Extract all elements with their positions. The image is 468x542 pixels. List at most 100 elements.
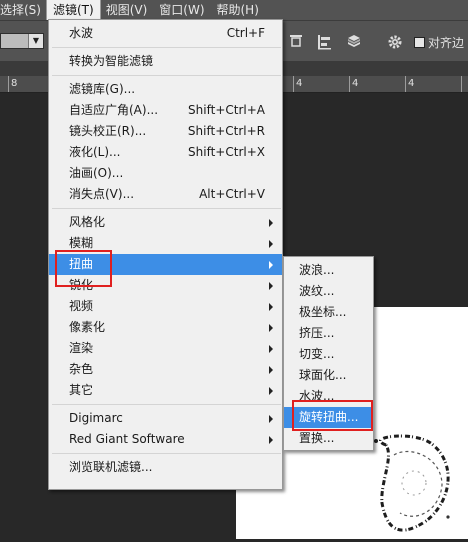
- submenu-arrow-icon: [269, 436, 273, 444]
- submenu-item-twirl[interactable]: 旋转扭曲...: [284, 407, 373, 428]
- submenu-item-zigzag[interactable]: 水波...: [284, 386, 373, 407]
- menu-item-adaptive-wide-angle[interactable]: 自适应广角(A)... Shift+Ctrl+A: [49, 100, 282, 121]
- menu-item-digimarc[interactable]: Digimarc: [49, 408, 282, 429]
- menu-item-label: 滤镜库(G)...: [69, 82, 136, 96]
- shortcut-label: Shift+Ctrl+R: [187, 124, 265, 138]
- submenu-item-ripple[interactable]: 波纹...: [284, 281, 373, 302]
- menu-view[interactable]: 视图(V): [100, 0, 154, 20]
- menu-item-label: 模糊: [69, 236, 94, 250]
- menu-item-convert-smart-filter[interactable]: 转换为智能滤镜: [49, 51, 282, 72]
- shortcut-label: Shift+Ctrl+A: [188, 103, 265, 117]
- menu-item-render[interactable]: 渲染: [49, 338, 282, 359]
- menu-item-label: 渲染: [69, 341, 94, 355]
- menu-item-label: 自适应广角(A)...: [69, 103, 159, 117]
- menu-item-label: 视频: [69, 299, 94, 313]
- submenu-arrow-icon: [269, 324, 273, 332]
- menu-separator: [52, 404, 281, 405]
- menu-item-label: 水波...: [299, 389, 335, 403]
- align-edges-checkbox[interactable]: [414, 37, 425, 48]
- menu-item-label: 旋转扭曲...: [299, 410, 359, 424]
- menu-separator: [52, 47, 281, 48]
- ruler-label: 4: [296, 78, 303, 89]
- submenu-item-pinch[interactable]: 挤压...: [284, 323, 373, 344]
- menu-item-label: 挤压...: [299, 326, 335, 340]
- menu-item-video[interactable]: 视频: [49, 296, 282, 317]
- menu-item-label: 镜头校正(R)...: [69, 124, 147, 138]
- menu-item-red-giant-software[interactable]: Red Giant Software: [49, 429, 282, 450]
- menu-item-label: 液化(L)...: [69, 145, 121, 159]
- menu-window[interactable]: 窗口(W): [153, 0, 210, 20]
- ruler-label: 8: [11, 78, 18, 89]
- submenu-arrow-icon: [269, 240, 273, 248]
- menu-item-label: 扭曲: [69, 257, 94, 271]
- menu-item-browse-filters-online[interactable]: 浏览联机滤镜...: [49, 457, 282, 478]
- menu-item-last-filter[interactable]: 水波 Ctrl+F: [49, 23, 282, 44]
- submenu-arrow-icon: [269, 415, 273, 423]
- 3d-arrange-icon[interactable]: [345, 33, 363, 51]
- menu-item-label: 其它: [69, 383, 94, 397]
- ruler-label: 4: [408, 78, 415, 89]
- menu-item-label: 切变...: [299, 347, 335, 361]
- chevron-down-icon: ▼: [28, 34, 43, 48]
- submenu-arrow-icon: [269, 219, 273, 227]
- submenu-item-shear[interactable]: 切变...: [284, 344, 373, 365]
- submenu-item-wave[interactable]: 波浪...: [284, 260, 373, 281]
- menu-item-label: 像素化: [69, 320, 106, 334]
- menu-item-label: 油画(O)...: [69, 166, 124, 180]
- menu-item-label: 球面化...: [299, 368, 347, 382]
- menu-item-lens-correction[interactable]: 镜头校正(R)... Shift+Ctrl+R: [49, 121, 282, 142]
- menu-item-label: 浏览联机滤镜...: [69, 460, 153, 474]
- align-top-icon[interactable]: [287, 33, 305, 51]
- menu-separator: [52, 453, 281, 454]
- menu-item-noise[interactable]: 杂色: [49, 359, 282, 380]
- menu-separator: [52, 75, 281, 76]
- menu-item-label: Digimarc: [69, 411, 123, 425]
- menu-item-label: 水波: [69, 26, 94, 40]
- submenu-arrow-icon: [269, 303, 273, 311]
- menu-separator: [52, 208, 281, 209]
- menu-select[interactable]: 选择(S): [0, 0, 47, 20]
- menu-item-distort[interactable]: 扭曲: [49, 254, 282, 275]
- align-left-icon[interactable]: [316, 33, 334, 51]
- menu-item-label: 极坐标...: [299, 305, 347, 319]
- menu-item-label: 转换为智能滤镜: [69, 54, 154, 68]
- menubar: 选择(S) 滤镜(T) 视图(V) 窗口(W) 帮助(H): [0, 0, 468, 21]
- menu-item-label: 锐化: [69, 278, 94, 292]
- menu-item-label: 置换...: [299, 431, 335, 445]
- shortcut-label: Ctrl+F: [226, 26, 265, 40]
- menu-item-label: 波浪...: [299, 263, 335, 277]
- align-edges-option[interactable]: 对齐边: [414, 34, 464, 51]
- filter-menu: 水波 Ctrl+F 转换为智能滤镜 滤镜库(G)... 自适应广角(A)... …: [48, 19, 283, 490]
- gear-icon[interactable]: [386, 33, 404, 51]
- menu-item-label: 波纹...: [299, 284, 335, 298]
- tool-preset-dropdown[interactable]: ▼: [0, 33, 44, 49]
- menu-filter[interactable]: 滤镜(T): [45, 0, 101, 21]
- menu-item-stylize[interactable]: 风格化: [49, 212, 282, 233]
- menu-item-other[interactable]: 其它: [49, 380, 282, 401]
- submenu-arrow-icon: [269, 282, 273, 290]
- submenu-item-displace[interactable]: 置换...: [284, 428, 373, 449]
- shortcut-label: Alt+Ctrl+V: [199, 187, 265, 201]
- menu-item-pixelate[interactable]: 像素化: [49, 317, 282, 338]
- menu-item-label: Red Giant Software: [69, 432, 185, 446]
- submenu-arrow-icon: [269, 387, 273, 395]
- menu-item-label: 杂色: [69, 362, 94, 376]
- menu-item-sharpen[interactable]: 锐化: [49, 275, 282, 296]
- menu-item-label: 风格化: [69, 215, 106, 229]
- menu-item-filter-gallery[interactable]: 滤镜库(G)...: [49, 79, 282, 100]
- menu-item-vanishing-point[interactable]: 消失点(V)... Alt+Ctrl+V: [49, 184, 282, 205]
- submenu-arrow-icon: [269, 345, 273, 353]
- menu-item-liquify[interactable]: 液化(L)... Shift+Ctrl+X: [49, 142, 282, 163]
- ruler-label: 4: [352, 78, 359, 89]
- shortcut-label: Shift+Ctrl+X: [188, 145, 265, 159]
- submenu-item-polar-coordinates[interactable]: 极坐标...: [284, 302, 373, 323]
- submenu-arrow-icon: [269, 366, 273, 374]
- align-edges-label: 对齐边: [428, 36, 465, 50]
- submenu-item-spherize[interactable]: 球面化...: [284, 365, 373, 386]
- menu-item-blur[interactable]: 模糊: [49, 233, 282, 254]
- menu-help[interactable]: 帮助(H): [211, 0, 265, 20]
- submenu-arrow-icon: [269, 261, 273, 269]
- menu-item-label: 消失点(V)...: [69, 187, 135, 201]
- menu-item-oil-paint[interactable]: 油画(O)...: [49, 163, 282, 184]
- distort-submenu: 波浪... 波纹... 极坐标... 挤压... 切变... 球面化... 水波…: [283, 256, 374, 451]
